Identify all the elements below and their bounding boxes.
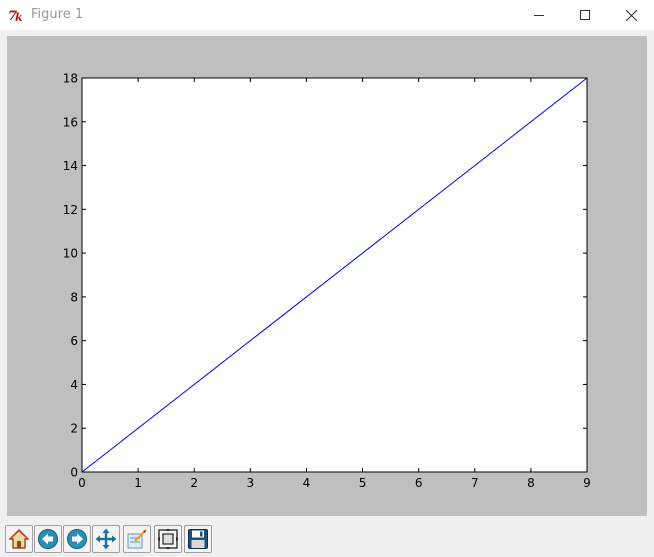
zoom-icon <box>127 529 147 549</box>
home-icon <box>8 529 30 549</box>
x-tick-label: 9 <box>583 476 591 490</box>
figure-window: 7 k Figure 1 0 1 2 3 4 5 6 7 8 9 0 2 4 6 8 10 12 14 16 18 <box>0 0 654 557</box>
x-tick-label: 2 <box>190 476 198 490</box>
x-tick-label: 5 <box>359 476 367 490</box>
maximize-button[interactable] <box>562 0 608 30</box>
back-button[interactable] <box>34 525 62 553</box>
x-tick-label: 7 <box>471 476 479 490</box>
pan-icon <box>95 528 117 550</box>
pan-button[interactable] <box>92 525 120 553</box>
x-tick-label: 6 <box>415 476 423 490</box>
y-tick-label: 18 <box>63 72 78 86</box>
minimize-icon <box>534 15 544 16</box>
back-icon <box>38 529 58 549</box>
close-icon <box>625 9 637 21</box>
x-tick-label: 8 <box>527 476 535 490</box>
line-chart: 0 1 2 3 4 5 6 7 8 9024681012141618 <box>63 72 591 491</box>
close-button[interactable] <box>608 0 654 30</box>
y-tick-label: 8 <box>70 290 78 304</box>
figure-canvas[interactable]: 0 1 2 3 4 5 6 7 8 9 0 2 4 6 8 10 12 14 16 18 <box>7 36 647 516</box>
y-tick-label: 4 <box>70 378 78 392</box>
zoom-button[interactable] <box>123 525 151 553</box>
configure-subplots-icon <box>157 528 179 550</box>
tk-feather-icon: 7 k <box>8 9 23 23</box>
x-tick-label: 0 <box>78 476 86 490</box>
y-tick-label: 6 <box>70 334 78 348</box>
navigation-toolbar <box>0 520 654 557</box>
window-title: Figure 1 <box>31 7 84 22</box>
save-button[interactable] <box>184 525 212 553</box>
svg-text:k: k <box>15 11 23 23</box>
configure-subplots-button[interactable] <box>154 525 182 553</box>
home-button[interactable] <box>5 525 33 553</box>
x-tick-label: 4 <box>303 476 311 490</box>
y-tick-label: 12 <box>63 203 78 217</box>
y-tick-label: 14 <box>63 159 78 173</box>
title-bar[interactable]: 7 k Figure 1 <box>0 0 654 30</box>
maximize-icon <box>580 10 590 20</box>
forward-button[interactable] <box>63 525 91 553</box>
forward-icon <box>67 529 87 549</box>
x-tick-label: 1 <box>134 476 142 490</box>
y-tick-label: 10 <box>63 247 78 261</box>
minimize-button[interactable] <box>516 0 562 30</box>
y-tick-label: 0 <box>70 466 78 480</box>
x-tick-label: 3 <box>247 476 255 490</box>
save-icon <box>188 529 208 549</box>
y-tick-label: 16 <box>63 115 78 129</box>
y-tick-label: 2 <box>70 422 78 436</box>
